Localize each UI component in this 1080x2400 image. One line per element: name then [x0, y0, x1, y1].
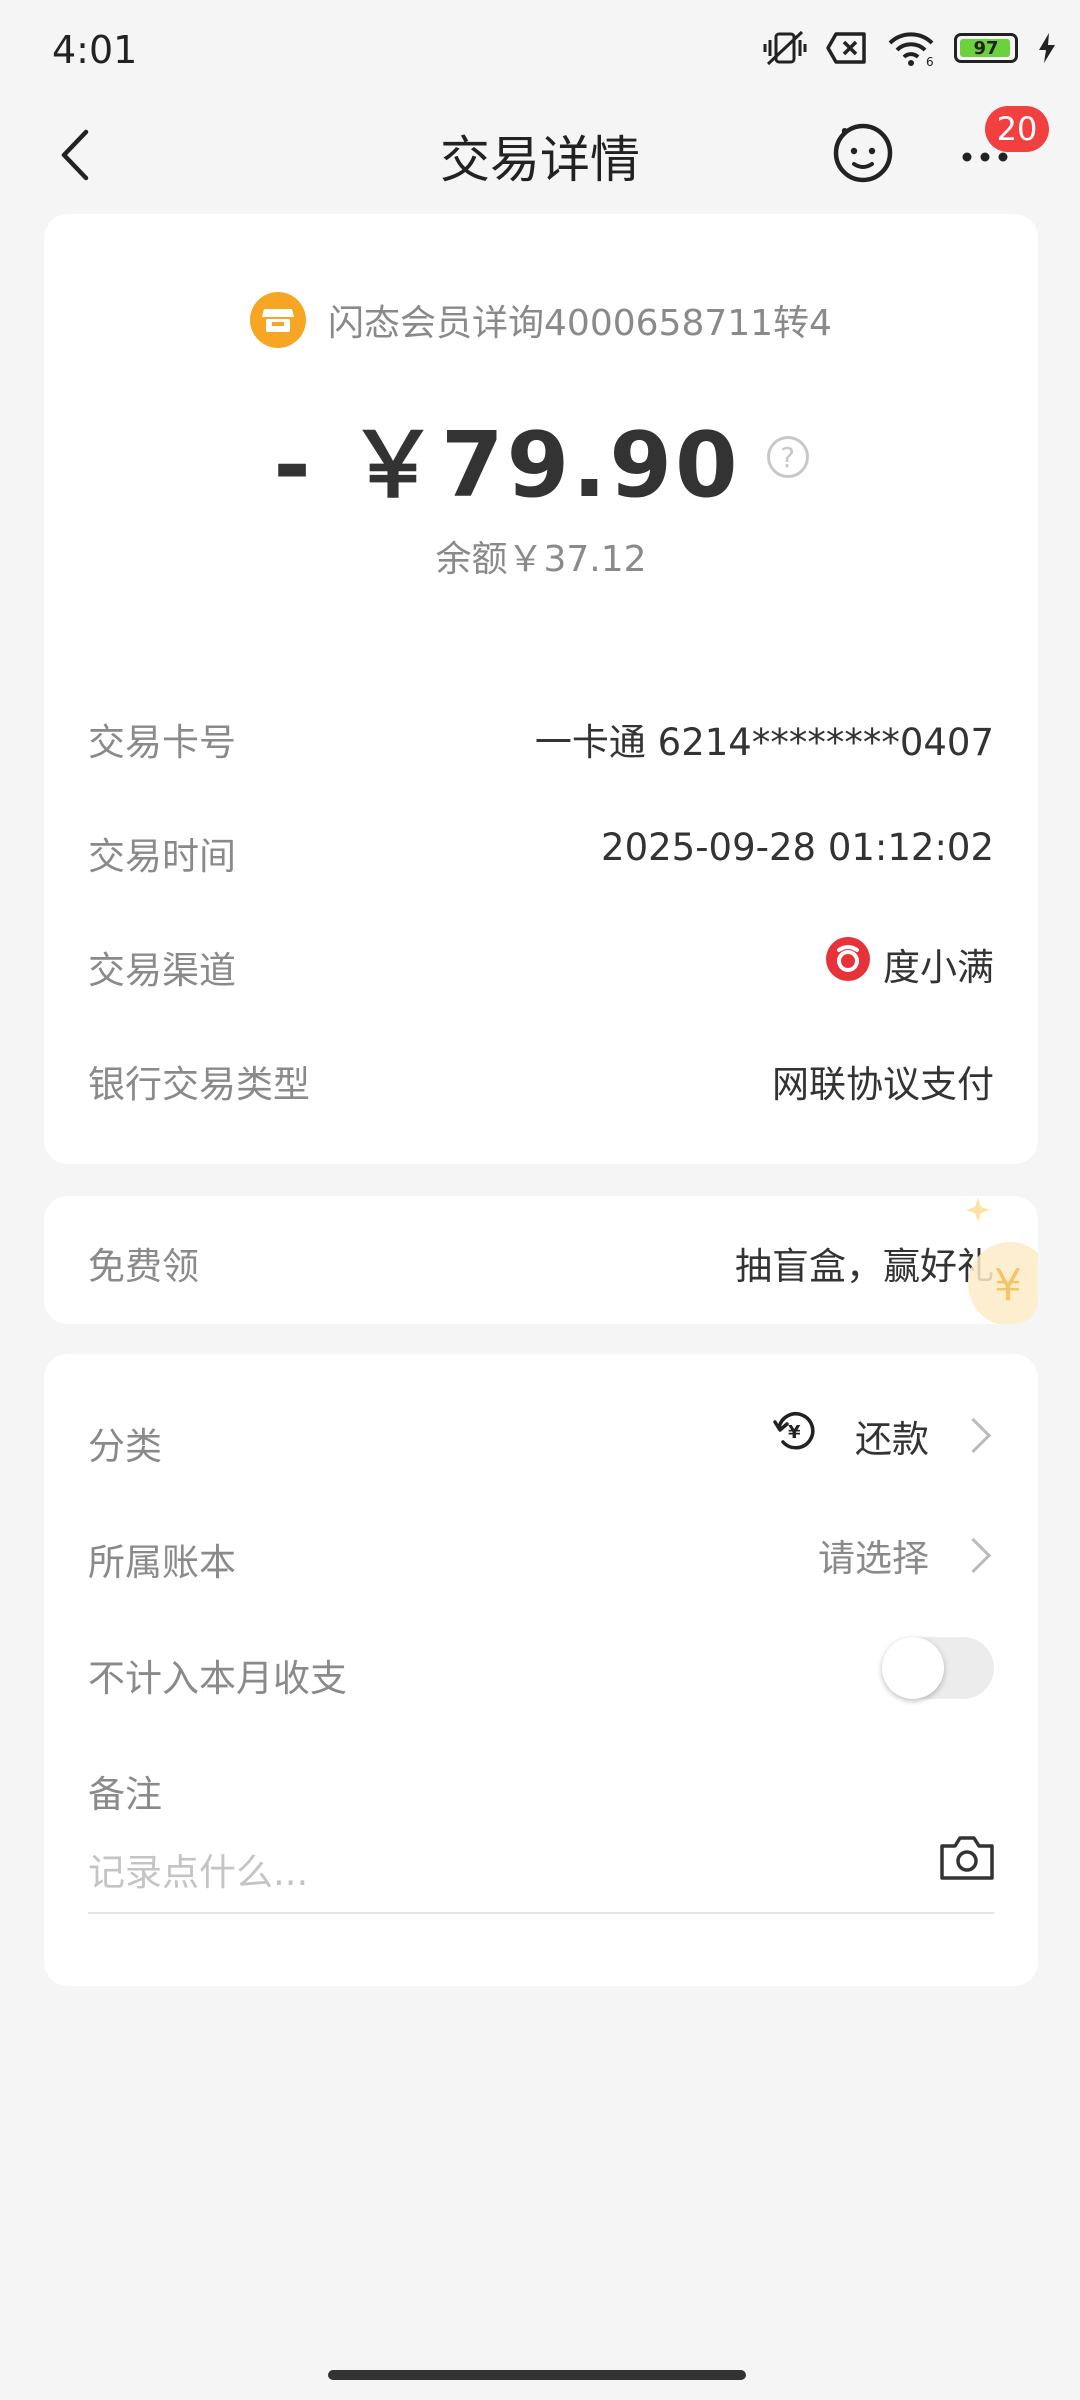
- question-icon[interactable]: ?: [766, 436, 809, 478]
- note-input[interactable]: 记录点什么...: [88, 1842, 308, 1896]
- battery-icon: 97: [954, 33, 1018, 63]
- repay-icon: ¥: [771, 1406, 821, 1465]
- bank-type-label: 银行交易类型: [88, 1063, 310, 1106]
- channel-text: 度小满: [883, 945, 994, 989]
- category-value: 还款: [855, 1417, 929, 1461]
- svg-text:6: 6: [926, 55, 934, 67]
- svg-text:¥: ¥: [788, 1422, 801, 1443]
- promo-label: 免费领: [88, 1245, 199, 1288]
- camera-icon[interactable]: [938, 1832, 996, 1882]
- exclude-label: 不计入本月收支: [88, 1657, 347, 1700]
- exclude-toggle[interactable]: [882, 1637, 994, 1699]
- battery-level: 97: [973, 37, 999, 59]
- coin-decoration-icon: ¥: [966, 1198, 1038, 1324]
- no-sim-icon: [826, 30, 868, 66]
- chevron-right-icon: [955, 1417, 992, 1454]
- wifi-icon: 6: [886, 29, 936, 67]
- ledger-value: 请选择: [818, 1537, 929, 1580]
- page-title: 交易详情: [440, 131, 640, 189]
- status-icons: 6 97: [762, 28, 1058, 68]
- ledger-label: 所属账本: [88, 1541, 236, 1584]
- bank-type-text: 网联协议支付: [772, 1063, 994, 1106]
- duxiaoman-logo-icon: [825, 936, 871, 991]
- amount-row: - ￥79.90 ?: [44, 392, 1038, 522]
- channel-label: 交易渠道: [88, 949, 236, 992]
- card-number-text: 一卡通 6214********0407: [534, 721, 994, 764]
- merchant-row: 闪态会员详询4000658711转4: [44, 292, 1038, 348]
- note-label: 备注: [88, 1773, 162, 1816]
- customer-service-button[interactable]: [832, 122, 894, 184]
- status-time: 4:01: [52, 28, 138, 72]
- merchant-name: 闪态会员详询4000658711转4: [328, 303, 832, 344]
- toggle-knob: [882, 1637, 944, 1699]
- category-label: 分类: [88, 1425, 162, 1468]
- card-number-label: 交易卡号: [88, 721, 236, 764]
- home-indicator[interactable]: [328, 2370, 746, 2380]
- svg-text:¥: ¥: [994, 1260, 1022, 1311]
- channel-value: 度小满: [825, 936, 994, 991]
- transaction-time-label: 交易时间: [88, 835, 236, 878]
- transaction-amount: - ￥79.90: [273, 413, 741, 518]
- chevron-right-icon: [955, 1537, 992, 1573]
- ledger-selector[interactable]: 请选择: [818, 1528, 994, 1582]
- charging-icon: [1036, 31, 1058, 65]
- classification-card: 分类 ¥ 还款 所属账本 请选择 不计入本月收支 备注 记录点什么...: [44, 1354, 1038, 1986]
- card-number-value: 一卡通 6214********0407: [535, 712, 994, 766]
- promo-card[interactable]: 免费领 抽盲盒，赢好礼 ¥: [44, 1196, 1038, 1324]
- store-icon: [250, 292, 307, 348]
- smiley-service-icon: [833, 123, 893, 183]
- category-selector[interactable]: ¥ 还款: [771, 1406, 994, 1465]
- note-divider: [88, 1912, 994, 1914]
- transaction-time-value: 2025-09-28 01:12:02: [601, 826, 994, 869]
- notification-badge: 20: [985, 106, 1049, 152]
- mute-vibrate-icon: [762, 28, 808, 68]
- balance-text: 余额￥37.12: [435, 539, 647, 580]
- bank-type-value: 网联协议支付: [772, 1054, 994, 1108]
- transaction-time-text: 2025-09-28 01:12:02: [601, 826, 994, 869]
- transaction-card: 闪态会员详询4000658711转4 - ￥79.90 ? 余额￥37.12 交…: [44, 214, 1038, 1164]
